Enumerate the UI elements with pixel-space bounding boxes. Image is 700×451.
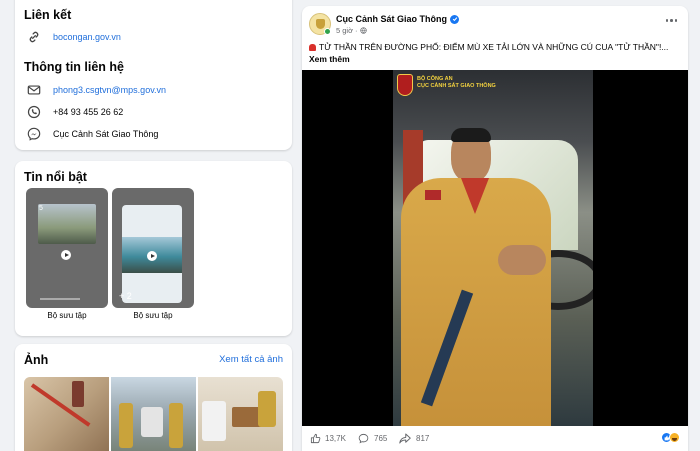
post-body: TỬ THẦN TRÊN ĐƯỜNG PHỐ: ĐIỂM MÙ XE TẢI L… [319, 42, 669, 52]
photo-1-object [72, 381, 84, 407]
video-player[interactable]: BỘ CÔNG AN CỤC CẢNH SÁT GIAO THÔNG [302, 70, 688, 426]
phone-number: +84 93 455 26 62 [53, 107, 124, 117]
featured-collection-1[interactable]: 5 [26, 188, 108, 308]
link-icon [29, 31, 39, 43]
haha-reaction-icon [669, 432, 680, 443]
featured-2-frame [122, 205, 182, 303]
contact-info-title: Thông tin liên hệ [24, 60, 124, 74]
video-frame: BỘ CÔNG AN CỤC CẢNH SÁT GIAO THÔNG [393, 70, 593, 426]
play-icon [61, 250, 71, 260]
comment-button[interactable]: 765 [358, 433, 387, 444]
reaction-icons[interactable] [661, 432, 680, 443]
reaction-bar: 13,7K 765 817 [302, 426, 688, 450]
globe-icon [359, 27, 367, 34]
email-row[interactable]: phong3.csgtvn@mps.gov.vn [27, 83, 166, 97]
post-card: Cục Cảnh Sát Giao Thông 5 giờ · TỬ THẦN … [302, 6, 688, 451]
comment-count: 765 [374, 434, 388, 443]
featured-1-overlay: 5 [39, 205, 43, 212]
post-time[interactable]: 5 giờ [336, 26, 353, 35]
email-link[interactable]: phong3.csgtvn@mps.gov.vn [53, 85, 166, 95]
post-text: TỬ THẦN TRÊN ĐƯỜNG PHỐ: ĐIỂM MÙ XE TẢI L… [309, 41, 681, 65]
more-options-icon[interactable] [665, 19, 677, 22]
verified-icon [450, 14, 460, 24]
phone-row[interactable]: +84 93 455 26 62 [27, 105, 123, 119]
video-logo [397, 74, 413, 96]
featured-label-2: Bộ sưu tập [133, 311, 173, 320]
featured-2-overlay: + 2 [119, 291, 132, 301]
post-meta: 5 giờ · [336, 26, 367, 35]
like-count: 13,7K [325, 434, 346, 443]
officer-head [451, 128, 491, 182]
share-button[interactable]: 817 [399, 433, 429, 444]
photo-thumb-3[interactable] [198, 377, 283, 451]
officer-epaulette [425, 190, 441, 200]
photos-title: Ảnh [24, 353, 49, 367]
links-title: Liên kết [24, 8, 72, 22]
share-count: 817 [416, 434, 430, 443]
featured-title: Tin nổi bật [24, 170, 87, 184]
online-dot [324, 28, 331, 35]
page-name[interactable]: Cục Cảnh Sát Giao Thông [336, 14, 447, 24]
featured-1-image [38, 204, 96, 244]
photo-2-officer-1 [119, 403, 133, 448]
photo-2-officer-2 [169, 403, 183, 448]
badge-icon [316, 19, 325, 29]
page-avatar[interactable] [309, 13, 331, 35]
watermark-line-1: BỘ CÔNG AN [417, 76, 453, 82]
photo-thumb-1[interactable] [24, 377, 109, 451]
officer-tie [461, 178, 489, 214]
photos-card: Ảnh Xem tất cả ảnh [15, 344, 292, 451]
red-siren-icon [309, 44, 316, 51]
featured-collection-2[interactable]: + 2 [112, 188, 194, 308]
photo-3-person-1 [202, 401, 226, 441]
comment-icon [358, 433, 369, 444]
featured-1-caption-bar [40, 298, 80, 300]
watermark-line-2: CỤC CẢNH SÁT GIAO THÔNG [417, 83, 496, 89]
messenger-icon [27, 127, 41, 141]
officer-body [401, 178, 551, 426]
messenger-row[interactable]: Cục Cảnh Sát Giao Thông [27, 127, 158, 141]
mail-icon [27, 85, 41, 95]
seat-belt [420, 289, 474, 407]
video-watermark: BỘ CÔNG AN CỤC CẢNH SÁT GIAO THÔNG [417, 76, 496, 90]
play-icon [147, 251, 157, 261]
like-icon [310, 433, 321, 444]
messenger-name: Cục Cảnh Sát Giao Thông [53, 129, 159, 139]
website-row[interactable]: bocongan.gov.vn [27, 30, 121, 44]
featured-label-1: Bộ sưu tập [47, 311, 87, 320]
post-header: Cục Cảnh Sát Giao Thông [336, 14, 460, 24]
see-all-photos-link[interactable]: Xem tất cả ảnh [219, 354, 283, 365]
officer-hand [498, 245, 546, 275]
like-button[interactable]: 13,7K [310, 433, 346, 444]
website-link[interactable]: bocongan.gov.vn [53, 32, 121, 42]
photo-2-vehicle [141, 407, 163, 437]
photo-thumb-2[interactable] [111, 377, 196, 451]
see-more-link[interactable]: Xem thêm [309, 54, 350, 64]
time-separator: · [355, 26, 358, 35]
share-icon [399, 433, 411, 444]
featured-card: Tin nổi bật 5 Bộ sưu tập + 2 Bộ sưu tập [15, 161, 292, 336]
contact-card: Liên kết bocongan.gov.vn Thông tin liên … [15, 0, 292, 150]
whatsapp-icon [27, 105, 41, 119]
photo-3-officer [258, 391, 276, 427]
